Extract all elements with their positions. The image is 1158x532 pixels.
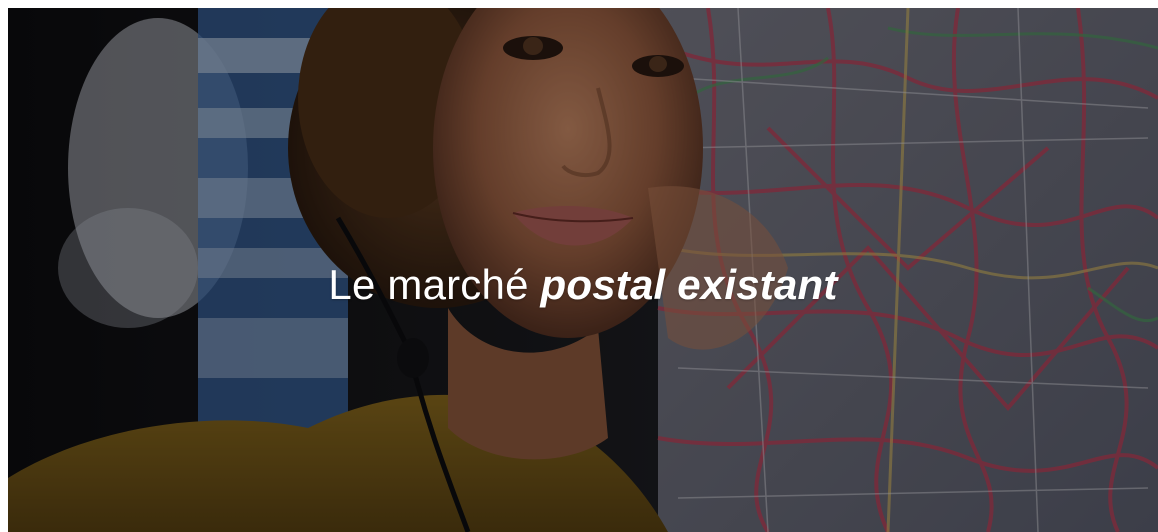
hero-title-emphasis: postal existant <box>540 261 838 308</box>
hero-title-plain: Le marché <box>328 261 541 308</box>
hero-banner: Le marché postal existant <box>8 8 1158 532</box>
hero-title: Le marché postal existant <box>8 260 1158 310</box>
